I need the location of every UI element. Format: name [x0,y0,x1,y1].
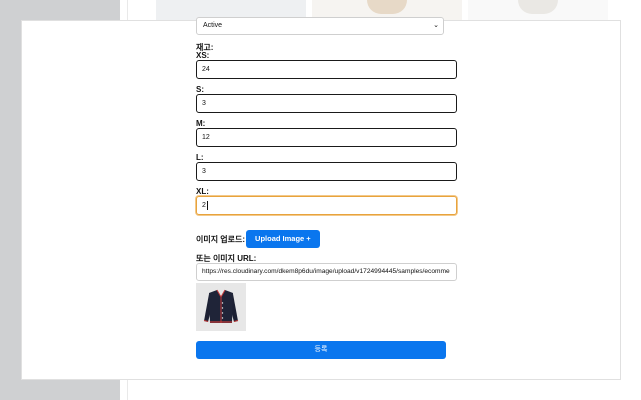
product-form-modal: Active ⌄ 재고: XS: 24 S: 3 M: 12 L: 3 XL: … [21,17,621,380]
status-selected-value: Active [203,22,223,29]
stock-xs-input[interactable]: 24 [196,60,457,79]
image-upload-label: 이미지 업로드: [196,234,246,244]
stock-s-input[interactable]: 3 [196,94,457,113]
stock-m-label: M: [196,119,206,128]
stock-s-label: S: [196,85,204,94]
background-product-card [468,0,608,20]
text-caret [206,200,208,210]
stock-l-label: L: [196,153,204,162]
stock-xl-input[interactable]: 2 [196,196,457,215]
stock-m-input[interactable]: 12 [196,128,457,147]
cardigan-image [196,283,246,331]
upload-image-button[interactable]: Upload Image + [246,230,320,248]
status-select[interactable]: Active ⌄ [196,17,444,35]
stock-xl-label: XL: [196,187,209,196]
submit-button[interactable]: 등록 [196,341,446,359]
image-upload-row: 이미지 업로드: Upload Image + [196,230,320,248]
image-preview [196,283,246,331]
image-url-input[interactable]: https://res.cloudinary.com/dkem8p6du/ima… [196,263,457,281]
stock-xs-label: XS: [196,51,210,60]
stock-l-input[interactable]: 3 [196,162,457,181]
chevron-down-icon: ⌄ [433,22,439,29]
